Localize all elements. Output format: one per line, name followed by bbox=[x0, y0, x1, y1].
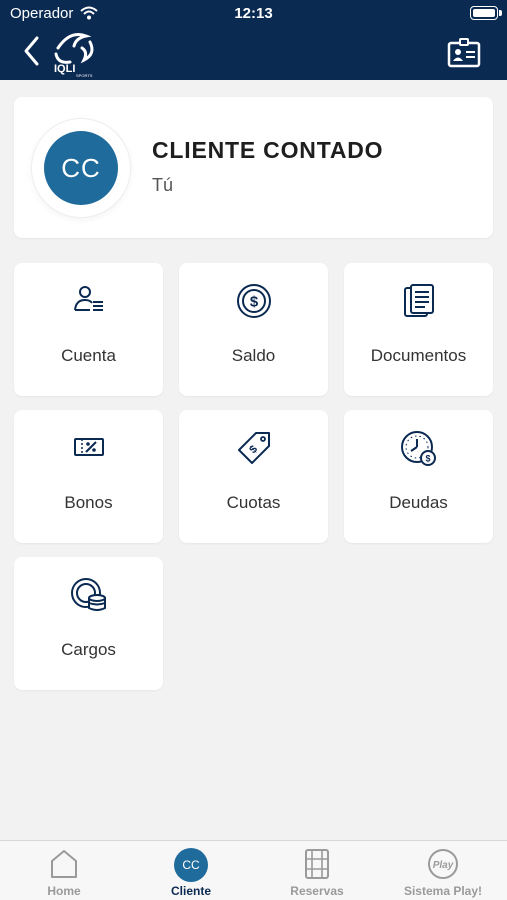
tile-saldo[interactable]: $ Saldo bbox=[179, 263, 328, 396]
status-bar: Operador 12:13 bbox=[0, 0, 507, 28]
tab-home[interactable]: Home bbox=[1, 841, 127, 900]
home-icon bbox=[51, 850, 77, 878]
tile-label: Saldo bbox=[231, 346, 276, 365]
profile-card[interactable]: CC CLIENTE CONTADO Tú bbox=[14, 97, 493, 238]
tile-label: Deudas bbox=[389, 493, 448, 512]
tile-label: Bonos bbox=[64, 493, 113, 512]
tile-label: Cuotas bbox=[226, 493, 281, 512]
price-tag-icon: $ bbox=[237, 432, 270, 464]
avatar: CC bbox=[44, 131, 118, 205]
tab-avatar: CC bbox=[174, 848, 208, 882]
tab-sistema-play[interactable]: Play Sistema Play! bbox=[380, 841, 506, 900]
client-subtitle: Tú bbox=[152, 175, 174, 195]
tab-label: Cliente bbox=[170, 884, 211, 898]
client-name: CLIENTE CONTADO bbox=[152, 137, 384, 163]
tile-deudas[interactable]: $ Deudas bbox=[344, 410, 493, 543]
tile-label: Documentos bbox=[370, 346, 467, 365]
tile-label: Cargos bbox=[61, 640, 116, 659]
play-badge-icon: Play bbox=[428, 849, 458, 879]
percent-ticket-icon bbox=[73, 438, 104, 456]
documents-icon bbox=[403, 284, 434, 317]
tile-documentos[interactable]: Documentos bbox=[344, 263, 493, 396]
tile-cuenta[interactable]: Cuenta bbox=[14, 263, 163, 396]
clock: 12:13 bbox=[234, 5, 273, 22]
film-grid-icon bbox=[305, 849, 329, 879]
tab-cliente[interactable]: CC Cliente bbox=[128, 841, 254, 900]
battery-icon bbox=[470, 6, 502, 20]
tile-label: Cuenta bbox=[61, 346, 116, 365]
top-navigation-bar: Operador 12:13 IQLI SPORTS bbox=[0, 0, 507, 80]
avatar-ring: CC bbox=[32, 119, 130, 217]
tab-label: Reservas bbox=[290, 884, 344, 898]
tile-cargos[interactable]: Cargos bbox=[14, 557, 163, 690]
id-card-icon[interactable] bbox=[447, 38, 481, 68]
back-chevron-icon[interactable] bbox=[20, 34, 44, 68]
svg-text:IQLI: IQLI bbox=[54, 63, 75, 75]
svg-text:SPORTS: SPORTS bbox=[76, 73, 93, 78]
iqli-sports-logo: IQLI SPORTS bbox=[54, 33, 94, 78]
svg-text:$: $ bbox=[247, 443, 260, 456]
tab-label: Home bbox=[47, 884, 81, 898]
tile-cuotas[interactable]: $ Cuotas bbox=[179, 410, 328, 543]
tab-reservas[interactable]: Reservas bbox=[254, 841, 380, 900]
dollar-coin-icon: $ bbox=[236, 284, 271, 318]
svg-text:$: $ bbox=[425, 454, 430, 464]
svg-text:$: $ bbox=[249, 294, 258, 311]
tile-bonos[interactable]: Bonos bbox=[14, 410, 163, 543]
tab-label: Sistema Play! bbox=[403, 884, 483, 898]
user-list-icon bbox=[73, 286, 103, 311]
svg-text:Play: Play bbox=[433, 860, 454, 871]
coin-stack-icon bbox=[70, 578, 106, 611]
clock-coin-icon: $ bbox=[400, 431, 436, 466]
bottom-tab-bar: Home CC Cliente Reservas Play Sistema Pl… bbox=[0, 840, 507, 900]
